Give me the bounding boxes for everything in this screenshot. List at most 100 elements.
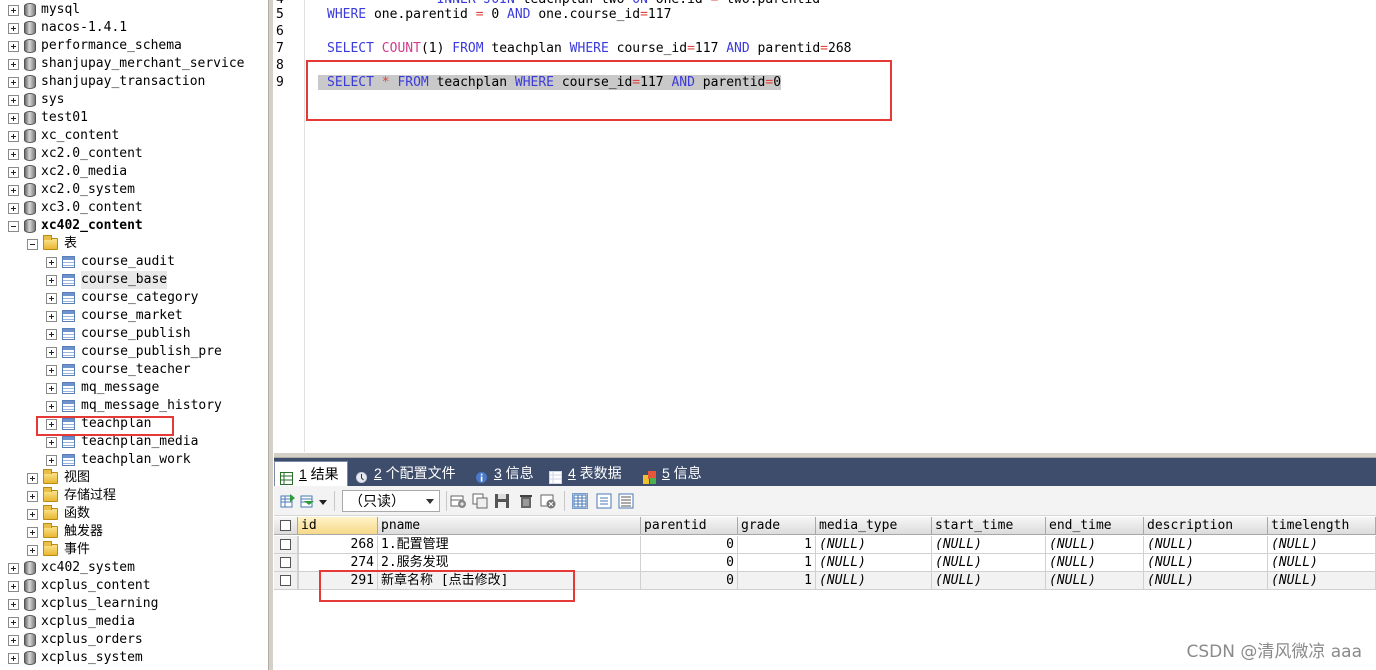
tab-result-2[interactable]: 2 个配置文件 — [350, 461, 464, 486]
tree-item[interactable]: course_publish — [0, 325, 268, 343]
tree-item[interactable]: xc2.0_content — [0, 145, 268, 163]
column-header[interactable]: end_time — [1046, 517, 1144, 535]
tree-item[interactable]: xc_content — [0, 127, 268, 145]
expand-icon[interactable] — [8, 203, 19, 214]
expand-icon[interactable] — [46, 257, 57, 268]
tree-item[interactable]: mq_message — [0, 379, 268, 397]
column-header[interactable]: timelength — [1268, 517, 1376, 535]
column-header[interactable]: description — [1144, 517, 1268, 535]
grid-cell-pname[interactable]: 1.配置管理 — [378, 536, 641, 554]
tree-item[interactable]: 事件 — [0, 541, 268, 559]
grid-cell-parentid[interactable]: 0 — [641, 536, 738, 554]
cancel-changes-icon[interactable] — [540, 493, 556, 509]
column-header[interactable]: grade — [738, 517, 816, 535]
expand-icon[interactable] — [8, 113, 19, 124]
expand-icon[interactable] — [8, 149, 19, 160]
tree-item[interactable]: shanjupay_transaction — [0, 73, 268, 91]
tree-item[interactable]: xcplus_learning — [0, 595, 268, 613]
save-icon[interactable] — [494, 493, 510, 509]
grid-cell-start_time[interactable]: (NULL) — [932, 572, 1046, 590]
expand-icon[interactable] — [8, 41, 19, 52]
tab-result-1[interactable]: 1 结果 — [274, 461, 348, 486]
grid-cell-description[interactable]: (NULL) — [1144, 554, 1268, 572]
tree-item[interactable]: mq_message_history — [0, 397, 268, 415]
grid-cell-media_type[interactable]: (NULL) — [816, 536, 932, 554]
expand-icon[interactable] — [8, 635, 19, 646]
expand-icon[interactable] — [46, 365, 57, 376]
expand-icon[interactable] — [46, 293, 57, 304]
tree-item[interactable]: test01 — [0, 109, 268, 127]
tree-item[interactable]: mysql — [0, 1, 268, 19]
expand-icon[interactable] — [8, 653, 19, 664]
tree-item[interactable]: xcplus_media — [0, 613, 268, 631]
expand-icon[interactable] — [46, 437, 57, 448]
add-row-icon[interactable] — [450, 493, 466, 509]
collapse-icon[interactable] — [8, 221, 19, 232]
grid-cell-id[interactable]: 268 — [298, 536, 378, 554]
tree-item[interactable]: xcplus_orders — [0, 631, 268, 649]
grid-cell-description[interactable]: (NULL) — [1144, 572, 1268, 590]
tab-result-3[interactable]: 3 信息 — [470, 461, 542, 486]
grid-cell-grade[interactable]: 1 — [738, 572, 816, 590]
tree-item[interactable]: xc402_content — [0, 217, 268, 235]
text-view-icon[interactable] — [618, 493, 634, 509]
expand-icon[interactable] — [46, 311, 57, 322]
import-dropdown-icon[interactable] — [318, 493, 328, 509]
delete-icon[interactable] — [518, 493, 534, 509]
grid-cell-parentid[interactable]: 0 — [641, 554, 738, 572]
tree-item[interactable]: 存储过程 — [0, 487, 268, 505]
row-selector[interactable] — [274, 572, 298, 590]
tree-item[interactable]: sys — [0, 91, 268, 109]
column-header[interactable]: id — [298, 517, 378, 535]
tree-item[interactable]: course_base — [0, 271, 268, 289]
tree-item[interactable]: xcplus_content — [0, 577, 268, 595]
expand-icon[interactable] — [8, 581, 19, 592]
row-checkbox[interactable] — [280, 539, 291, 550]
expand-icon[interactable] — [8, 599, 19, 610]
tree-item[interactable]: course_category — [0, 289, 268, 307]
grid-cell-parentid[interactable]: 0 — [641, 572, 738, 590]
grid-cell-timelength[interactable]: (NULL) — [1268, 554, 1376, 572]
grid-cell-timelength[interactable]: (NULL) — [1268, 572, 1376, 590]
tree-item[interactable]: course_publish_pre — [0, 343, 268, 361]
grid-cell-end_time[interactable]: (NULL) — [1046, 536, 1144, 554]
grid-view-icon[interactable] — [572, 493, 588, 509]
tree-item[interactable]: 表 — [0, 235, 268, 253]
select-all-cell[interactable] — [274, 517, 298, 535]
duplicate-row-icon[interactable] — [472, 493, 488, 509]
tree-item[interactable]: nacos-1.4.1 — [0, 19, 268, 37]
grid-cell-start_time[interactable]: (NULL) — [932, 536, 1046, 554]
tree-item[interactable]: xcplus_system — [0, 649, 268, 667]
tab-result-5[interactable]: 5 信息 — [638, 461, 710, 486]
select-all-checkbox[interactable] — [280, 520, 291, 531]
tree-item[interactable]: course_teacher — [0, 361, 268, 379]
grid-cell-grade[interactable]: 1 — [738, 554, 816, 572]
tree-item[interactable]: xc402_system — [0, 559, 268, 577]
grid-cell-end_time[interactable]: (NULL) — [1046, 572, 1144, 590]
grid-cell-end_time[interactable]: (NULL) — [1046, 554, 1144, 572]
expand-icon[interactable] — [8, 59, 19, 70]
expand-icon[interactable] — [8, 563, 19, 574]
column-header[interactable]: pname — [378, 517, 641, 535]
expand-icon[interactable] — [27, 509, 38, 520]
tree-item[interactable]: 触发器 — [0, 523, 268, 541]
row-checkbox[interactable] — [280, 557, 291, 568]
expand-icon[interactable] — [46, 329, 57, 340]
expand-icon[interactable] — [46, 401, 57, 412]
collapse-icon[interactable] — [27, 239, 38, 250]
grid-cell-start_time[interactable]: (NULL) — [932, 554, 1046, 572]
expand-icon[interactable] — [8, 185, 19, 196]
editor-line[interactable]: 6 — [274, 23, 1376, 40]
tree-item[interactable]: 视图 — [0, 469, 268, 487]
row-selector[interactable] — [274, 554, 298, 572]
export-icon[interactable] — [280, 493, 296, 509]
tree-item[interactable]: performance_schema — [0, 37, 268, 55]
form-view-icon[interactable] — [596, 493, 612, 509]
expand-icon[interactable] — [8, 617, 19, 628]
expand-icon[interactable] — [8, 167, 19, 178]
import-icon[interactable] — [300, 493, 316, 509]
expand-icon[interactable] — [8, 23, 19, 34]
tree-item[interactable]: 函数 — [0, 505, 268, 523]
tree-item[interactable]: course_market — [0, 307, 268, 325]
grid-cell-timelength[interactable]: (NULL) — [1268, 536, 1376, 554]
